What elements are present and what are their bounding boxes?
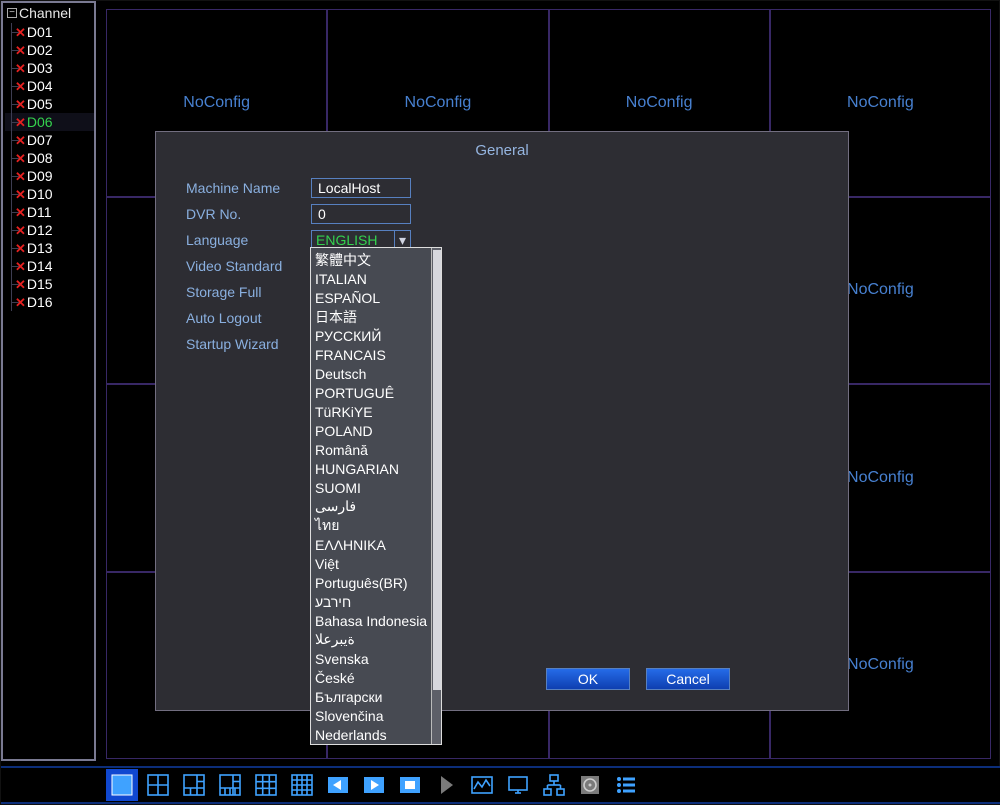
ptz-icon[interactable] bbox=[430, 769, 462, 801]
scrollbar-thumb[interactable] bbox=[433, 250, 441, 690]
language-option[interactable]: חירבע bbox=[313, 592, 429, 611]
channel-item[interactable]: ✕D05 bbox=[5, 95, 94, 113]
machine-name-label: Machine Name bbox=[186, 180, 311, 196]
channel-item[interactable]: ✕D13 bbox=[5, 239, 94, 257]
channel-label: D07 bbox=[27, 132, 53, 148]
sidebar-title-text: Channel bbox=[19, 5, 71, 21]
language-label: Language bbox=[186, 232, 311, 248]
channel-label: D08 bbox=[27, 150, 53, 166]
collapse-icon[interactable]: − bbox=[7, 8, 17, 18]
general-settings-dialog: General Machine Name DVR No. Language EN… bbox=[155, 131, 849, 711]
storage-full-label: Storage Full bbox=[186, 284, 311, 300]
channel-label: D04 bbox=[27, 78, 53, 94]
channel-item[interactable]: ✕D01 bbox=[5, 23, 94, 41]
channel-item[interactable]: ✕D12 bbox=[5, 221, 94, 239]
channel-item[interactable]: ✕D16 bbox=[5, 293, 94, 311]
language-option[interactable]: TüRKiYE bbox=[313, 402, 429, 421]
language-option[interactable]: FRANCAIS bbox=[313, 345, 429, 364]
machine-name-input[interactable] bbox=[311, 178, 411, 198]
dvr-no-label: DVR No. bbox=[186, 206, 311, 222]
language-option[interactable]: Română bbox=[313, 440, 429, 459]
dropdown-scrollbar[interactable] bbox=[431, 248, 441, 744]
channel-item[interactable]: ✕D09 bbox=[5, 167, 94, 185]
video-standard-label: Video Standard bbox=[186, 258, 311, 274]
language-option[interactable]: Việt bbox=[313, 554, 429, 573]
language-option[interactable]: РУССКИЙ bbox=[313, 326, 429, 345]
next-page-icon[interactable] bbox=[358, 769, 390, 801]
menu-icon[interactable] bbox=[610, 769, 642, 801]
language-selected-value: ENGLISH bbox=[316, 232, 377, 248]
channel-label: D16 bbox=[27, 294, 53, 310]
ok-button[interactable]: OK bbox=[546, 668, 630, 690]
channel-label: D15 bbox=[27, 276, 53, 292]
language-option[interactable]: ΕΛΛΗΝΙΚΑ bbox=[313, 535, 429, 554]
channel-item[interactable]: ✕D04 bbox=[5, 77, 94, 95]
language-option[interactable]: فارسی bbox=[313, 497, 429, 516]
language-option[interactable]: Slovenčina bbox=[313, 706, 429, 725]
view-1-7-icon[interactable] bbox=[214, 769, 246, 801]
language-option[interactable]: Svenska bbox=[313, 649, 429, 668]
view-3x3-icon[interactable] bbox=[250, 769, 282, 801]
channel-label: D05 bbox=[27, 96, 53, 112]
channel-label: D09 bbox=[27, 168, 53, 184]
language-option[interactable]: HUNGARIAN bbox=[313, 459, 429, 478]
language-option[interactable]: PORTUGUÊ bbox=[313, 383, 429, 402]
bottom-toolbar bbox=[1, 766, 1000, 804]
auto-logout-label: Auto Logout bbox=[186, 310, 311, 326]
language-option[interactable]: Български bbox=[313, 687, 429, 706]
prev-page-icon[interactable] bbox=[322, 769, 354, 801]
fullscreen-icon[interactable] bbox=[394, 769, 426, 801]
language-option[interactable]: ITALIAN bbox=[313, 269, 429, 288]
view-1x1-icon[interactable] bbox=[106, 769, 138, 801]
display-icon[interactable] bbox=[502, 769, 534, 801]
language-option[interactable]: 繁體中文 bbox=[313, 250, 429, 269]
channel-label: D01 bbox=[27, 24, 53, 40]
language-option[interactable]: POLAND bbox=[313, 421, 429, 440]
channel-item[interactable]: ✕D08 bbox=[5, 149, 94, 167]
channel-item[interactable]: ✕D15 bbox=[5, 275, 94, 293]
sidebar-title[interactable]: − Channel bbox=[5, 5, 94, 23]
language-option[interactable]: ةيبرعلا bbox=[313, 630, 429, 649]
language-option[interactable]: SUOMI bbox=[313, 478, 429, 497]
language-option[interactable]: České bbox=[313, 668, 429, 687]
dvr-no-input[interactable] bbox=[311, 204, 411, 224]
channel-item[interactable]: ✕D03 bbox=[5, 59, 94, 77]
cancel-button[interactable]: Cancel bbox=[646, 668, 730, 690]
channel-label: D02 bbox=[27, 42, 53, 58]
channel-label: D12 bbox=[27, 222, 53, 238]
alarm-icon[interactable] bbox=[466, 769, 498, 801]
view-2x2-icon[interactable] bbox=[142, 769, 174, 801]
channel-label: D06 bbox=[27, 114, 53, 130]
channel-label: D03 bbox=[27, 60, 53, 76]
view-1-5-icon[interactable] bbox=[178, 769, 210, 801]
channel-label: D10 bbox=[27, 186, 53, 202]
channel-label: D13 bbox=[27, 240, 53, 256]
language-option[interactable]: Bahasa Indonesia bbox=[313, 611, 429, 630]
language-option[interactable]: Português(BR) bbox=[313, 573, 429, 592]
language-option[interactable]: Deutsch bbox=[313, 364, 429, 383]
language-option[interactable]: 日本語 bbox=[313, 307, 429, 326]
storage-icon[interactable] bbox=[574, 769, 606, 801]
channel-item[interactable]: ✕D07 bbox=[5, 131, 94, 149]
language-dropdown: 繁體中文ITALIANESPAÑOL日本語РУССКИЙFRANCAISDeut… bbox=[310, 247, 442, 745]
language-option[interactable]: Nederlands bbox=[313, 725, 429, 744]
language-option[interactable]: ESPAÑOL bbox=[313, 288, 429, 307]
network-icon[interactable] bbox=[538, 769, 570, 801]
view-4x4-icon[interactable] bbox=[286, 769, 318, 801]
channel-item[interactable]: ✕D11 bbox=[5, 203, 94, 221]
channel-sidebar: − Channel ✕D01✕D02✕D03✕D04✕D05✕D06✕D07✕D… bbox=[1, 1, 96, 761]
language-option[interactable]: ไทย bbox=[313, 516, 429, 535]
channel-item[interactable]: ✕D14 bbox=[5, 257, 94, 275]
channel-label: D11 bbox=[27, 204, 52, 220]
startup-wizard-label: Startup Wizard bbox=[186, 336, 311, 352]
channel-item[interactable]: ✕D10 bbox=[5, 185, 94, 203]
dialog-title: General bbox=[156, 132, 848, 175]
channel-label: D14 bbox=[27, 258, 53, 274]
channel-item[interactable]: ✕D06 bbox=[5, 113, 94, 131]
channel-item[interactable]: ✕D02 bbox=[5, 41, 94, 59]
